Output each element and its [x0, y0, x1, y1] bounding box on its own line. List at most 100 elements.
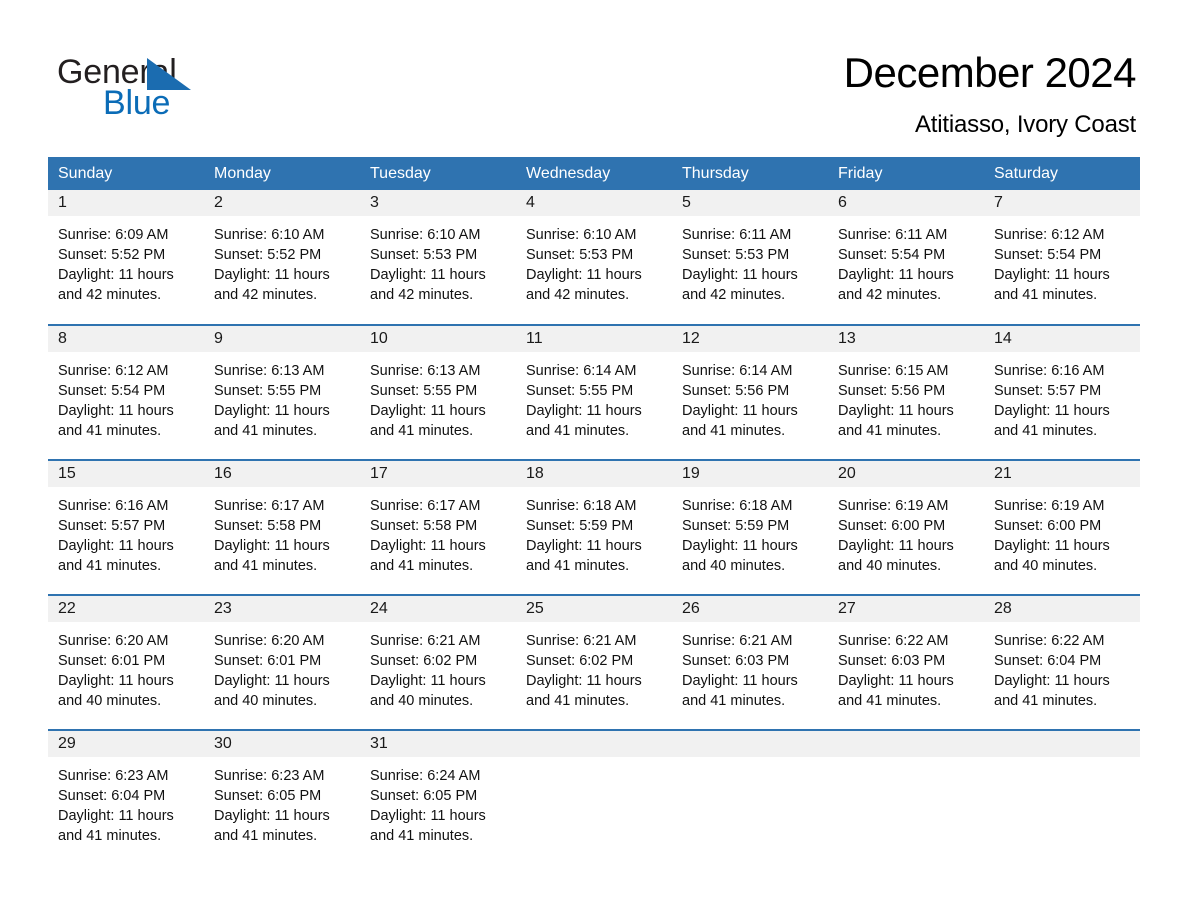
- day-cell[interactable]: 1 Sunrise: 6:09 AM Sunset: 5:52 PM Dayli…: [48, 190, 204, 325]
- day-cell[interactable]: 26 Sunrise: 6:21 AM Sunset: 6:03 PM Dayl…: [672, 594, 828, 730]
- day-cell[interactable]: 3 Sunrise: 6:10 AM Sunset: 5:53 PM Dayli…: [360, 190, 516, 325]
- day-cell[interactable]: 8 Sunrise: 6:12 AM Sunset: 5:54 PM Dayli…: [48, 324, 204, 460]
- day-number: [516, 731, 672, 757]
- day-number: 9: [204, 326, 360, 352]
- day-cell[interactable]: 27 Sunrise: 6:22 AM Sunset: 6:03 PM Dayl…: [828, 594, 984, 730]
- sunset-text: Sunset: 6:02 PM: [526, 653, 634, 669]
- daylight-text: Daylight: 11 hours and 41 minutes.: [526, 538, 642, 574]
- day-cell[interactable]: 25 Sunrise: 6:21 AM Sunset: 6:02 PM Dayl…: [516, 594, 672, 730]
- sunrise-text: Sunrise: 6:09 AM: [58, 227, 169, 243]
- day-cell[interactable]: 15 Sunrise: 6:16 AM Sunset: 5:57 PM Dayl…: [48, 459, 204, 595]
- day-cell[interactable]: 4 Sunrise: 6:10 AM Sunset: 5:53 PM Dayli…: [516, 190, 672, 325]
- weekday-header-tuesday: Tuesday: [360, 157, 516, 190]
- day-number: 15: [48, 461, 204, 487]
- sunset-text: Sunset: 6:00 PM: [994, 518, 1102, 534]
- day-details: Sunrise: 6:15 AM Sunset: 5:56 PM Dayligh…: [828, 352, 984, 441]
- daylight-text: Daylight: 11 hours and 41 minutes.: [994, 267, 1110, 303]
- sunrise-text: Sunrise: 6:10 AM: [370, 227, 481, 243]
- page-title: December 2024: [843, 49, 1137, 96]
- sunrise-text: Sunrise: 6:23 AM: [58, 768, 169, 784]
- weekday-header-friday: Friday: [828, 157, 984, 190]
- sunrise-text: Sunrise: 6:19 AM: [838, 498, 949, 514]
- day-cell[interactable]: 17 Sunrise: 6:17 AM Sunset: 5:58 PM Dayl…: [360, 459, 516, 595]
- day-details: Sunrise: 6:24 AM Sunset: 6:05 PM Dayligh…: [360, 757, 516, 846]
- daylight-text: Daylight: 11 hours and 41 minutes.: [58, 808, 174, 844]
- daylight-text: Daylight: 11 hours and 40 minutes.: [370, 673, 486, 709]
- day-number: 7: [984, 190, 1140, 216]
- daylight-text: Daylight: 11 hours and 41 minutes.: [370, 403, 486, 439]
- calendar-body: 1 Sunrise: 6:09 AM Sunset: 5:52 PM Dayli…: [48, 190, 1140, 865]
- day-details: Sunrise: 6:23 AM Sunset: 6:05 PM Dayligh…: [204, 757, 360, 846]
- day-cell[interactable]: 18 Sunrise: 6:18 AM Sunset: 5:59 PM Dayl…: [516, 459, 672, 595]
- sunset-text: Sunset: 6:05 PM: [370, 788, 478, 804]
- day-cell[interactable]: 23 Sunrise: 6:20 AM Sunset: 6:01 PM Dayl…: [204, 594, 360, 730]
- day-number: 18: [516, 461, 672, 487]
- day-cell[interactable]: 28 Sunrise: 6:22 AM Sunset: 6:04 PM Dayl…: [984, 594, 1140, 730]
- sunrise-text: Sunrise: 6:10 AM: [214, 227, 325, 243]
- daylight-text: Daylight: 11 hours and 41 minutes.: [526, 673, 642, 709]
- day-cell[interactable]: 20 Sunrise: 6:19 AM Sunset: 6:00 PM Dayl…: [828, 459, 984, 595]
- day-number: 31: [360, 731, 516, 757]
- day-cell[interactable]: 19 Sunrise: 6:18 AM Sunset: 5:59 PM Dayl…: [672, 459, 828, 595]
- sunset-text: Sunset: 6:01 PM: [58, 653, 166, 669]
- sunrise-text: Sunrise: 6:21 AM: [370, 633, 481, 649]
- day-details: Sunrise: 6:10 AM Sunset: 5:53 PM Dayligh…: [360, 216, 516, 305]
- general-blue-logo[interactable]: General Blue: [57, 55, 317, 127]
- day-details: Sunrise: 6:10 AM Sunset: 5:52 PM Dayligh…: [204, 216, 360, 305]
- day-cell[interactable]: 6 Sunrise: 6:11 AM Sunset: 5:54 PM Dayli…: [828, 190, 984, 325]
- day-cell[interactable]: 22 Sunrise: 6:20 AM Sunset: 6:01 PM Dayl…: [48, 594, 204, 730]
- day-details: Sunrise: 6:14 AM Sunset: 5:55 PM Dayligh…: [516, 352, 672, 441]
- day-number: 27: [828, 596, 984, 622]
- day-details: Sunrise: 6:21 AM Sunset: 6:02 PM Dayligh…: [360, 622, 516, 711]
- day-number: 4: [516, 190, 672, 216]
- day-number: 6: [828, 190, 984, 216]
- sunrise-text: Sunrise: 6:18 AM: [526, 498, 637, 514]
- day-number: 8: [48, 326, 204, 352]
- day-cell[interactable]: 5 Sunrise: 6:11 AM Sunset: 5:53 PM Dayli…: [672, 190, 828, 325]
- day-number: 17: [360, 461, 516, 487]
- day-number: [672, 731, 828, 757]
- day-details: Sunrise: 6:09 AM Sunset: 5:52 PM Dayligh…: [48, 216, 204, 305]
- sunrise-text: Sunrise: 6:18 AM: [682, 498, 793, 514]
- day-cell[interactable]: 7 Sunrise: 6:12 AM Sunset: 5:54 PM Dayli…: [984, 190, 1140, 325]
- sunset-text: Sunset: 5:53 PM: [682, 247, 790, 263]
- day-cell[interactable]: 29 Sunrise: 6:23 AM Sunset: 6:04 PM Dayl…: [48, 729, 204, 865]
- day-cell[interactable]: 9 Sunrise: 6:13 AM Sunset: 5:55 PM Dayli…: [204, 324, 360, 460]
- day-cell[interactable]: 21 Sunrise: 6:19 AM Sunset: 6:00 PM Dayl…: [984, 459, 1140, 595]
- day-number: [828, 731, 984, 757]
- daylight-text: Daylight: 11 hours and 41 minutes.: [682, 673, 798, 709]
- sunrise-text: Sunrise: 6:16 AM: [994, 363, 1105, 379]
- day-number: 29: [48, 731, 204, 757]
- day-details: Sunrise: 6:19 AM Sunset: 6:00 PM Dayligh…: [984, 487, 1140, 576]
- day-cell[interactable]: 14 Sunrise: 6:16 AM Sunset: 5:57 PM Dayl…: [984, 324, 1140, 460]
- day-cell[interactable]: 16 Sunrise: 6:17 AM Sunset: 5:58 PM Dayl…: [204, 459, 360, 595]
- day-cell[interactable]: 24 Sunrise: 6:21 AM Sunset: 6:02 PM Dayl…: [360, 594, 516, 730]
- daylight-text: Daylight: 11 hours and 41 minutes.: [370, 808, 486, 844]
- day-cell[interactable]: 10 Sunrise: 6:13 AM Sunset: 5:55 PM Dayl…: [360, 324, 516, 460]
- day-cell[interactable]: 12 Sunrise: 6:14 AM Sunset: 5:56 PM Dayl…: [672, 324, 828, 460]
- sunset-text: Sunset: 6:01 PM: [214, 653, 322, 669]
- weekday-header-saturday: Saturday: [984, 157, 1140, 190]
- week-row: 29 Sunrise: 6:23 AM Sunset: 6:04 PM Dayl…: [48, 729, 1140, 865]
- sunrise-text: Sunrise: 6:12 AM: [994, 227, 1105, 243]
- sunset-text: Sunset: 6:00 PM: [838, 518, 946, 534]
- day-cell[interactable]: 13 Sunrise: 6:15 AM Sunset: 5:56 PM Dayl…: [828, 324, 984, 460]
- day-cell[interactable]: 30 Sunrise: 6:23 AM Sunset: 6:05 PM Dayl…: [204, 729, 360, 865]
- calendar-header-row: Sunday Monday Tuesday Wednesday Thursday…: [48, 157, 1140, 190]
- day-cell[interactable]: 31 Sunrise: 6:24 AM Sunset: 6:05 PM Dayl…: [360, 729, 516, 865]
- day-cell-empty: [828, 729, 984, 865]
- daylight-text: Daylight: 11 hours and 41 minutes.: [214, 403, 330, 439]
- sunrise-text: Sunrise: 6:20 AM: [214, 633, 325, 649]
- day-number: [984, 731, 1140, 757]
- day-details: Sunrise: 6:20 AM Sunset: 6:01 PM Dayligh…: [48, 622, 204, 711]
- day-cell[interactable]: 2 Sunrise: 6:10 AM Sunset: 5:52 PM Dayli…: [204, 190, 360, 325]
- week-row: 8 Sunrise: 6:12 AM Sunset: 5:54 PM Dayli…: [48, 324, 1140, 460]
- sunrise-text: Sunrise: 6:12 AM: [58, 363, 169, 379]
- sunset-text: Sunset: 5:52 PM: [58, 247, 166, 263]
- sunset-text: Sunset: 5:54 PM: [58, 383, 166, 399]
- daylight-text: Daylight: 11 hours and 41 minutes.: [370, 538, 486, 574]
- day-number: 26: [672, 596, 828, 622]
- day-cell-empty: [516, 729, 672, 865]
- day-number: 10: [360, 326, 516, 352]
- day-cell[interactable]: 11 Sunrise: 6:14 AM Sunset: 5:55 PM Dayl…: [516, 324, 672, 460]
